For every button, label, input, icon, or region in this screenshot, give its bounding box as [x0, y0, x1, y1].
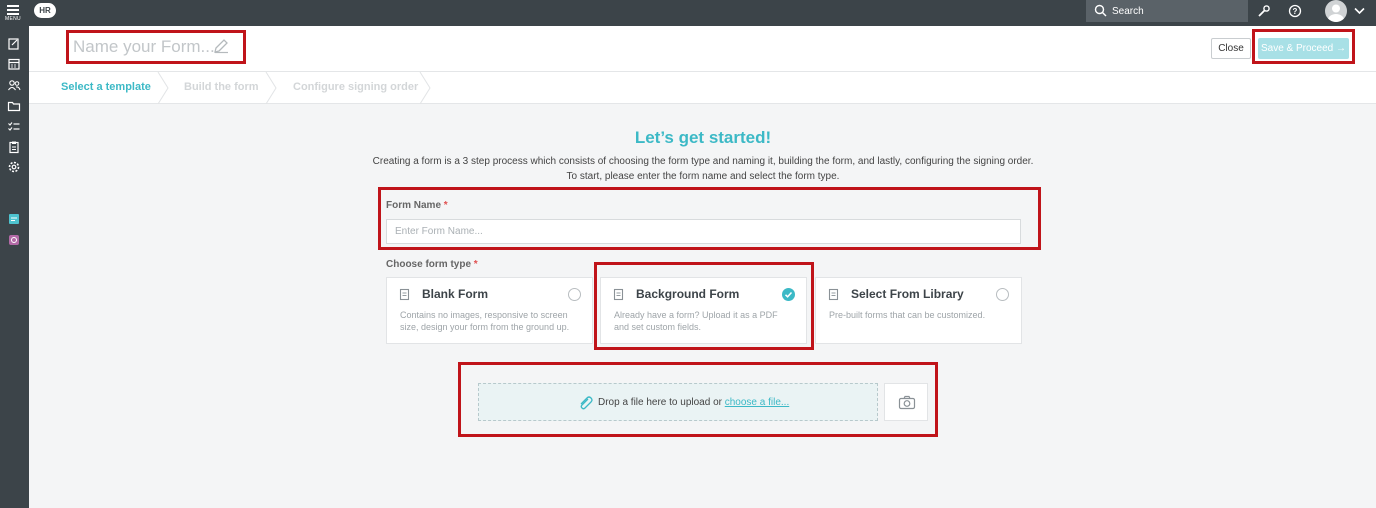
close-button[interactable]: Close — [1211, 38, 1251, 59]
users-icon[interactable] — [7, 78, 21, 92]
edit-doc-icon[interactable] — [7, 37, 21, 51]
card-title: Blank Form — [422, 287, 489, 301]
wrench-icon[interactable] — [1257, 4, 1271, 18]
folder-icon[interactable] — [7, 99, 21, 113]
left-sidebar — [0, 26, 29, 508]
form-type-card-blank[interactable]: Blank Form Contains no images, responsiv… — [386, 277, 593, 344]
library-form-icon — [828, 288, 839, 301]
form-type-label: Choose form type * — [386, 259, 478, 270]
highlight-box — [594, 262, 814, 350]
card-description: Pre-built forms that can be customized. — [829, 310, 986, 320]
card-description: Contains no images, responsive to screen… — [400, 310, 570, 332]
highlight-box — [66, 30, 246, 64]
help-icon[interactable]: ? — [1288, 4, 1302, 18]
library-form-radio[interactable] — [996, 288, 1009, 301]
step-separator — [157, 72, 169, 104]
app-badge[interactable]: HR — [34, 3, 56, 18]
blank-form-icon — [399, 288, 410, 301]
step-configure-signing[interactable]: Configure signing order — [293, 81, 418, 93]
highlight-box — [458, 362, 938, 437]
search-icon — [1094, 4, 1107, 17]
user-icon — [1328, 4, 1344, 22]
step-select-template[interactable]: Select a template — [61, 81, 151, 93]
app-tile-icon[interactable] — [7, 212, 21, 226]
step-separator — [265, 72, 277, 104]
step-breadcrumb: Select a template Build the form Configu… — [29, 72, 1376, 104]
calendar-icon[interactable] — [7, 57, 21, 71]
search-box[interactable] — [1086, 0, 1248, 22]
app-badge-icon[interactable] — [7, 233, 21, 247]
search-input[interactable] — [1112, 2, 1242, 20]
highlight-box — [378, 187, 1041, 250]
chevron-down-icon[interactable] — [1354, 7, 1365, 15]
avatar[interactable] — [1325, 0, 1347, 22]
menu-label: MENU — [5, 16, 21, 22]
page-title: Let’s get started! — [634, 128, 772, 147]
blank-form-radio[interactable] — [568, 288, 581, 301]
menu-button[interactable]: MENU — [4, 2, 24, 24]
step-separator — [419, 72, 431, 104]
top-bar: MENU HR ? — [0, 0, 1376, 26]
description-line-1: Creating a form is a 3 step process whic… — [372, 156, 1034, 167]
required-mark: * — [473, 259, 478, 270]
card-title: Select From Library — [851, 287, 964, 301]
svg-text:?: ? — [1293, 7, 1298, 16]
form-type-card-library[interactable]: Select From Library Pre-built forms that… — [815, 277, 1022, 344]
step-build-form[interactable]: Build the form — [184, 81, 259, 93]
description-line-2: To start, please enter the form name and… — [566, 171, 840, 182]
highlight-box — [1252, 29, 1355, 64]
